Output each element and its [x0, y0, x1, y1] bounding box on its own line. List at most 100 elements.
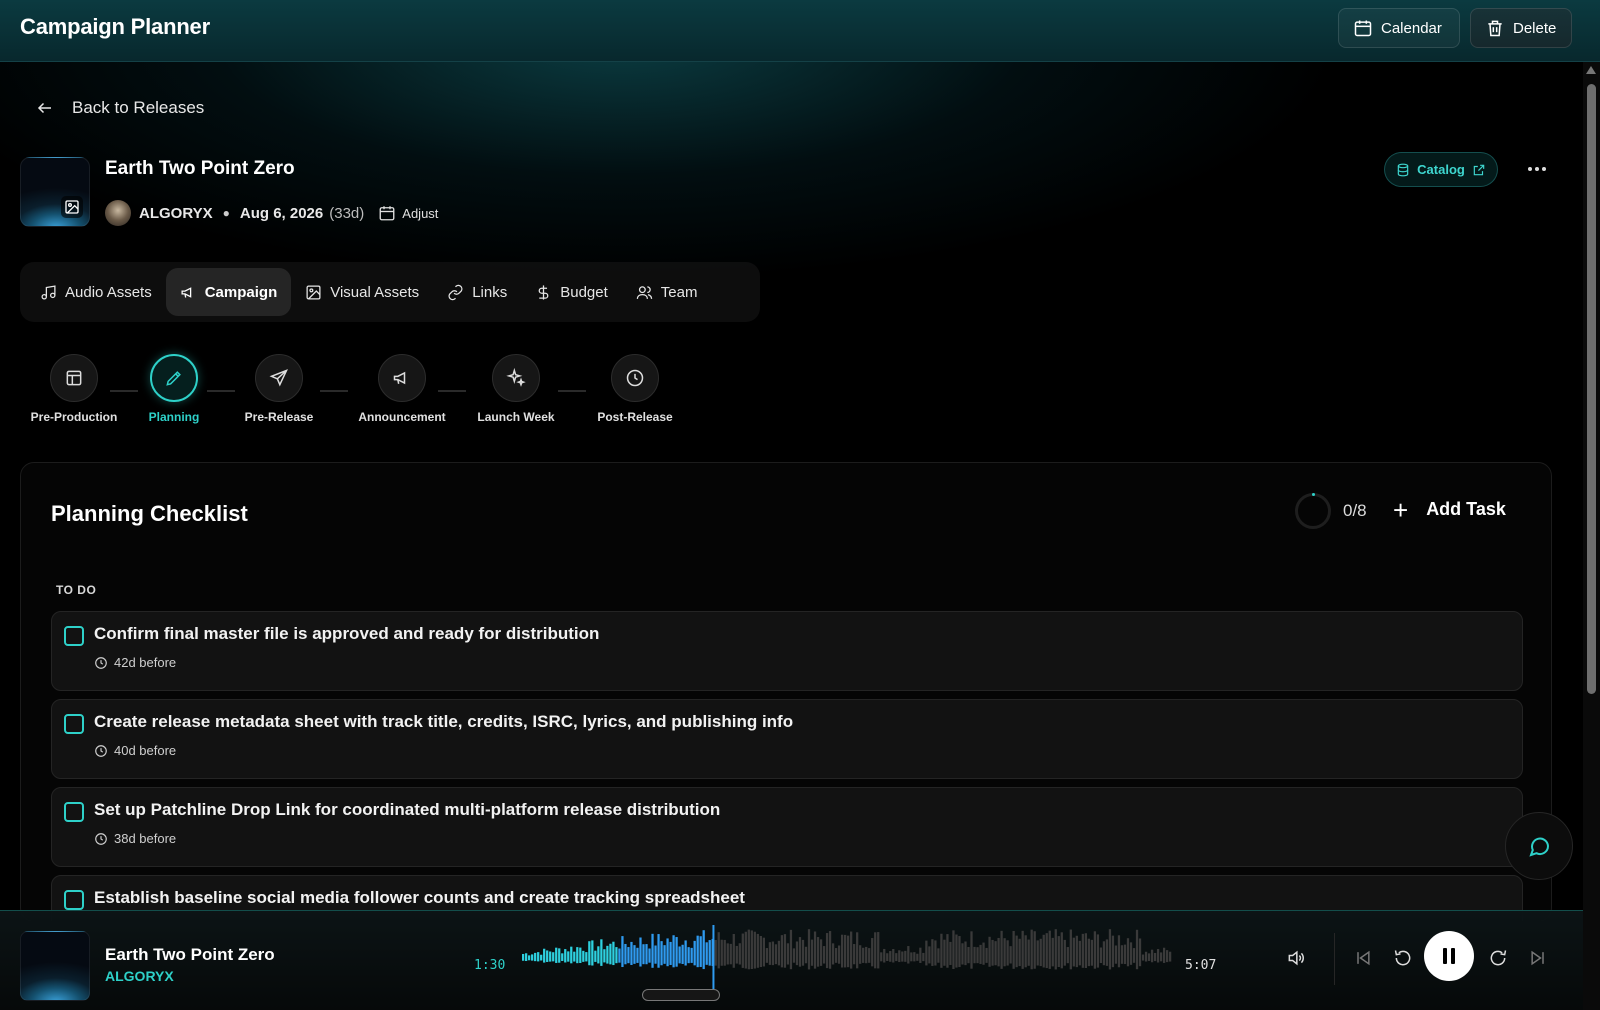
tab-label: Links — [472, 283, 508, 301]
waveform-bar — [687, 947, 690, 964]
phase-launch-week[interactable]: Launch Week — [476, 354, 556, 424]
chat-button[interactable] — [1505, 812, 1573, 880]
task-checkbox[interactable] — [64, 802, 84, 822]
player-cover[interactable] — [20, 931, 90, 1001]
rewind-icon[interactable] — [1392, 947, 1414, 969]
tab-budget[interactable]: Budget — [521, 268, 622, 316]
player-drag-handle[interactable] — [642, 989, 720, 1001]
waveform-bar — [774, 944, 778, 965]
waveform-bar — [967, 947, 970, 964]
tab-label: Team — [660, 283, 698, 301]
page-scrollbar[interactable] — [1583, 62, 1600, 1010]
waveform-bar — [1132, 948, 1136, 963]
waveform-bar — [576, 947, 579, 964]
volume-icon[interactable] — [1285, 947, 1307, 969]
waveform-bar — [1003, 938, 1006, 967]
waveform-bar — [813, 931, 817, 969]
waveform-bar — [871, 938, 874, 967]
users-icon — [636, 285, 652, 299]
task-checkbox[interactable] — [64, 714, 84, 734]
adjust-date-button[interactable]: Adjust — [378, 204, 438, 222]
waveform-bar — [732, 934, 735, 968]
delete-button[interactable]: Delete — [1470, 8, 1572, 48]
skip-forward-icon[interactable] — [1527, 947, 1549, 969]
phase-label: Pre-Production — [30, 410, 118, 424]
back-to-releases-link[interactable]: Back to Releases — [36, 98, 204, 118]
waveform-bar — [660, 941, 663, 966]
waveform-bar — [949, 941, 952, 965]
waveform-bar — [594, 950, 597, 962]
phase-pre-production[interactable]: Pre-Production — [30, 354, 118, 424]
waveform-bar — [684, 940, 687, 966]
external-link-icon — [1473, 164, 1485, 175]
image-icon[interactable] — [61, 196, 83, 218]
planning-checklist-card: Planning Checklist 0/8 + Add Task TO DO … — [20, 462, 1552, 922]
add-task-button[interactable]: + Add Task — [1393, 497, 1506, 523]
tab-campaign[interactable]: Campaign — [165, 268, 292, 316]
phase-connector — [558, 390, 586, 392]
waveform-bar — [765, 948, 769, 963]
more-options-icon[interactable] — [1525, 157, 1549, 181]
waveform-bar — [639, 937, 642, 967]
task-item[interactable]: Confirm final master file is approved an… — [51, 611, 1523, 691]
waveform-bar — [648, 948, 651, 963]
total-time: 5:07 — [1185, 958, 1217, 973]
waveform-bar — [985, 947, 988, 963]
catalog-button[interactable]: Catalog — [1384, 152, 1498, 187]
tab-audio-assets[interactable]: Audio Assets — [26, 268, 166, 316]
waveform-bar — [810, 939, 814, 966]
phase-planning[interactable]: Planning — [140, 354, 208, 424]
waveform-bar — [807, 929, 811, 970]
waveform-bar — [657, 934, 660, 968]
task-item[interactable]: Create release metadata sheet with track… — [51, 699, 1523, 779]
waveform-bar — [937, 948, 940, 963]
waveform-bar — [1087, 938, 1090, 967]
task-item[interactable]: Set up Patchline Drop Link for coordinat… — [51, 787, 1523, 867]
tab-visual-assets[interactable]: Visual Assets — [291, 268, 433, 316]
waveform-bar — [1129, 942, 1133, 965]
phase-post-release[interactable]: Post-Release — [594, 354, 676, 424]
forward-icon[interactable] — [1487, 947, 1509, 969]
arrow-left-icon — [37, 102, 51, 114]
phase-connector — [110, 390, 138, 392]
waveform-bar — [1135, 929, 1139, 970]
catalog-label: Catalog — [1417, 162, 1465, 177]
scroll-thumb[interactable] — [1587, 84, 1596, 694]
waveform-bar — [991, 939, 994, 966]
phase-announcement[interactable]: Announcement — [356, 354, 448, 424]
waveform-bar — [865, 946, 868, 964]
calendar-button[interactable]: Calendar — [1338, 8, 1460, 48]
waveform-bar — [970, 931, 973, 969]
waveform-bar — [934, 940, 937, 966]
tab-links[interactable]: Links — [433, 268, 521, 316]
release-cover[interactable] — [20, 157, 90, 227]
waveform-bar — [696, 935, 699, 968]
clock-icon — [611, 354, 659, 402]
waveform-bar — [976, 947, 979, 964]
waveform-bar — [663, 945, 666, 964]
task-checkbox[interactable] — [64, 890, 84, 910]
skip-back-icon[interactable] — [1352, 947, 1374, 969]
artist-avatar — [105, 200, 131, 226]
task-due-label: 38d before — [114, 831, 177, 846]
waveform-bar — [1051, 937, 1054, 967]
audio-player: Earth Two Point Zero ALGORYX 1:30 5:07 — [0, 910, 1583, 1010]
phase-connector — [438, 390, 466, 392]
task-checkbox[interactable] — [64, 626, 84, 646]
pause-button[interactable] — [1424, 931, 1474, 981]
waveform-bar — [898, 950, 901, 963]
waveform-bar — [1015, 935, 1018, 968]
playhead[interactable] — [712, 925, 715, 989]
phase-pre-release[interactable]: Pre-Release — [240, 354, 318, 424]
waveform-bar — [723, 939, 726, 966]
waveform-bar — [543, 948, 546, 963]
waveform-bar — [913, 952, 916, 962]
player-artist[interactable]: ALGORYX — [105, 968, 174, 984]
waveform-seekbar[interactable] — [522, 925, 1172, 989]
waveform-bar — [795, 941, 799, 966]
image-icon — [306, 284, 321, 300]
waveform-bar — [768, 942, 772, 965]
top-bar: Campaign Planner Calendar Delete — [0, 0, 1600, 62]
scroll-up-arrow[interactable] — [1586, 66, 1596, 74]
tab-team[interactable]: Team — [622, 268, 712, 316]
